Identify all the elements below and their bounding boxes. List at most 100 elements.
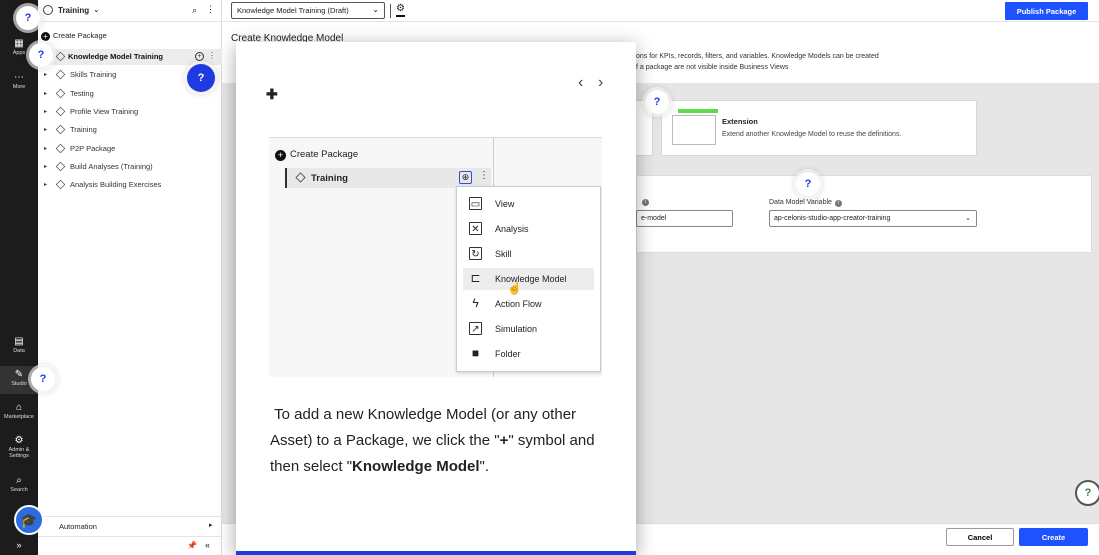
tree-item-label: Profile View Training — [70, 107, 139, 116]
publish-package-button[interactable]: Publish Package — [1005, 2, 1088, 20]
caret-right-icon[interactable]: ▸ — [44, 145, 47, 152]
create-package-label: Create Package — [53, 31, 107, 40]
rail-apps-label: Apps — [12, 50, 26, 56]
data-model-select-value: ap-celonis-studio-app-creator-training — [774, 215, 891, 222]
shot-menu-item-label: Action Flow — [495, 299, 542, 309]
guide-hotspot[interactable]: ? — [31, 367, 55, 391]
analysis-icon: ✕ — [469, 222, 482, 235]
shot-menu-item-label: Skill — [495, 249, 512, 259]
tree-item-label: P2P Package — [70, 144, 116, 153]
rail-studio-label: Studio — [11, 381, 27, 387]
create-button[interactable]: Create — [1019, 528, 1088, 546]
caret-right-icon[interactable]: ▸ — [44, 181, 47, 188]
tooltip-screenshot: + Create Package Training ⊕ ⋮ ▭ View ✕ An… — [269, 137, 602, 377]
extension-title: Extension — [722, 117, 758, 126]
rail-search[interactable]: ⌕ Search — [0, 475, 38, 493]
rail-data[interactable]: ▤ Data — [0, 336, 38, 354]
graduation-cap-icon[interactable]: 🎓 — [14, 505, 44, 535]
guide-hotspot[interactable]: ? — [16, 6, 40, 30]
chevron-left-icon[interactable]: ‹ — [578, 74, 583, 92]
caption-bold: Knowledge Model — [352, 458, 480, 475]
package-icon — [55, 124, 66, 135]
cancel-button[interactable]: Cancel — [946, 528, 1014, 546]
shot-menu-item-skill: ↻ Skill — [463, 243, 594, 265]
description-line-2: f a package are not visible inside Busin… — [636, 64, 789, 71]
guide-hotspot[interactable]: ? — [796, 172, 820, 196]
id-input[interactable]: e-model — [636, 210, 733, 227]
tree-item[interactable]: ▸ Profile View Training — [38, 104, 222, 120]
create-package-button[interactable]: + Create Package — [41, 31, 107, 41]
caption-text: ". — [479, 458, 490, 475]
lightning-icon: ϟ — [472, 296, 479, 310]
package-icon — [55, 161, 66, 172]
tree-item-knowledge-model-training[interactable]: ▾ Knowledge Model Training + ⋮ — [38, 49, 222, 65]
kebab-menu-icon: ⋮ — [479, 170, 489, 181]
package-icon — [55, 106, 66, 117]
automation-section[interactable]: Automation ▸ — [38, 516, 222, 534]
caret-right-icon[interactable]: ▸ — [44, 163, 47, 170]
guide-hotspot[interactable]: ? — [29, 43, 53, 67]
space-title[interactable]: Training — [58, 6, 89, 15]
version-select[interactable]: Knowledge Model Training (Draft) ⌄ — [231, 2, 385, 19]
admin-icon: ⚙ — [14, 435, 24, 446]
skill-icon: ↻ — [469, 247, 482, 260]
simulation-icon: ↗ — [469, 322, 482, 335]
data-model-label: Data Model Variable i — [769, 199, 842, 207]
rail-admin[interactable]: ⚙ Admin & Settings — [0, 435, 38, 459]
chevron-down-icon[interactable]: ⌄ — [93, 5, 100, 14]
gear-icon[interactable]: ⚙ — [396, 3, 405, 17]
shot-menu-item-label: Analysis — [495, 224, 529, 234]
kebab-menu-icon[interactable]: ⋮ — [208, 51, 216, 60]
rail-search-label: Search — [10, 487, 28, 493]
globe-icon — [43, 5, 53, 15]
tree-item[interactable]: ▸ Build Analyses (Training) — [38, 159, 222, 175]
tree-item-label: Analysis Building Exercises — [70, 180, 162, 189]
knowledge-model-icon: ⊏ — [470, 271, 481, 285]
data-model-select[interactable]: ap-celonis-studio-app-creator-training ⌄ — [769, 210, 977, 227]
shot-tree-row-label: Training — [311, 173, 348, 184]
folder-icon: ■ — [471, 346, 480, 360]
shot-tree-row: Training ⊕ ⋮ — [285, 168, 491, 188]
tree-item-label: Knowledge Model Training — [68, 52, 164, 61]
rail-data-label: Data — [13, 348, 25, 354]
tree-item-label: Testing — [70, 89, 94, 98]
left-rail: ▦ Apps ⋯ More ▤ Data ✎ Studio ⌂ Marketpl… — [0, 0, 38, 555]
caret-right-icon[interactable]: ▸ — [44, 90, 47, 97]
tooltip-accent-strip — [236, 551, 636, 555]
kebab-menu-icon[interactable]: ⋮ — [206, 4, 215, 15]
rail-more[interactable]: ⋯ More — [0, 72, 38, 90]
package-icon — [55, 69, 66, 80]
pin-icon[interactable]: 📌 — [187, 541, 197, 550]
rail-expand[interactable]: » — [0, 540, 38, 550]
plus-icon: + — [275, 150, 286, 161]
caret-right-icon[interactable]: ▸ — [44, 108, 47, 115]
caret-right-icon[interactable]: ▸ — [44, 126, 47, 133]
search-icon[interactable]: ⌕ — [192, 5, 197, 16]
info-icon: i — [834, 200, 842, 207]
guide-hotspot[interactable]: ? — [645, 90, 669, 114]
sidebar-footer: 📌 « — [38, 536, 222, 555]
help-icon[interactable]: ? — [1075, 480, 1099, 506]
extension-option-card[interactable]: Extension Extend another Knowledge Model… — [661, 100, 977, 156]
rail-marketplace[interactable]: ⌂ Marketplace — [0, 402, 38, 420]
top-bar: Knowledge Model Training (Draft) ⌄ ⚙ Pub… — [222, 0, 1099, 22]
shot-asset-menu: ▭ View ✕ Analysis ↻ Skill ⊏ Knowledge Mo… — [456, 186, 601, 372]
shot-menu-item-knowledge-model: ⊏ Knowledge Model — [463, 268, 594, 290]
chevron-down-icon: ⌄ — [965, 215, 971, 222]
data-icon: ▤ — [14, 336, 24, 347]
chevron-right-icon[interactable]: › — [598, 74, 603, 92]
guide-tooltip: ✚ ‹ › + Create Package Training ⊕ ⋮ ▭ Vie… — [236, 42, 636, 555]
marketplace-icon: ⌂ — [15, 402, 23, 413]
tree-item[interactable]: ▸ Training — [38, 122, 222, 138]
hand-cursor-icon: ☝ — [507, 281, 522, 295]
package-icon — [55, 143, 66, 154]
close-icon[interactable]: ✚ — [266, 86, 278, 103]
collapse-icon[interactable]: « — [205, 540, 210, 550]
guide-hotspot-active[interactable]: ? — [187, 64, 215, 92]
shot-menu-item-simulation: ↗ Simulation — [463, 318, 594, 340]
tree-item[interactable]: ▸ P2P Package — [38, 141, 222, 157]
tree-item[interactable]: ▸ Analysis Building Exercises — [38, 177, 222, 193]
add-asset-icon: ⊕ — [459, 171, 472, 184]
caret-right-icon[interactable]: ▸ — [44, 71, 47, 78]
add-asset-icon[interactable]: + — [195, 52, 204, 61]
